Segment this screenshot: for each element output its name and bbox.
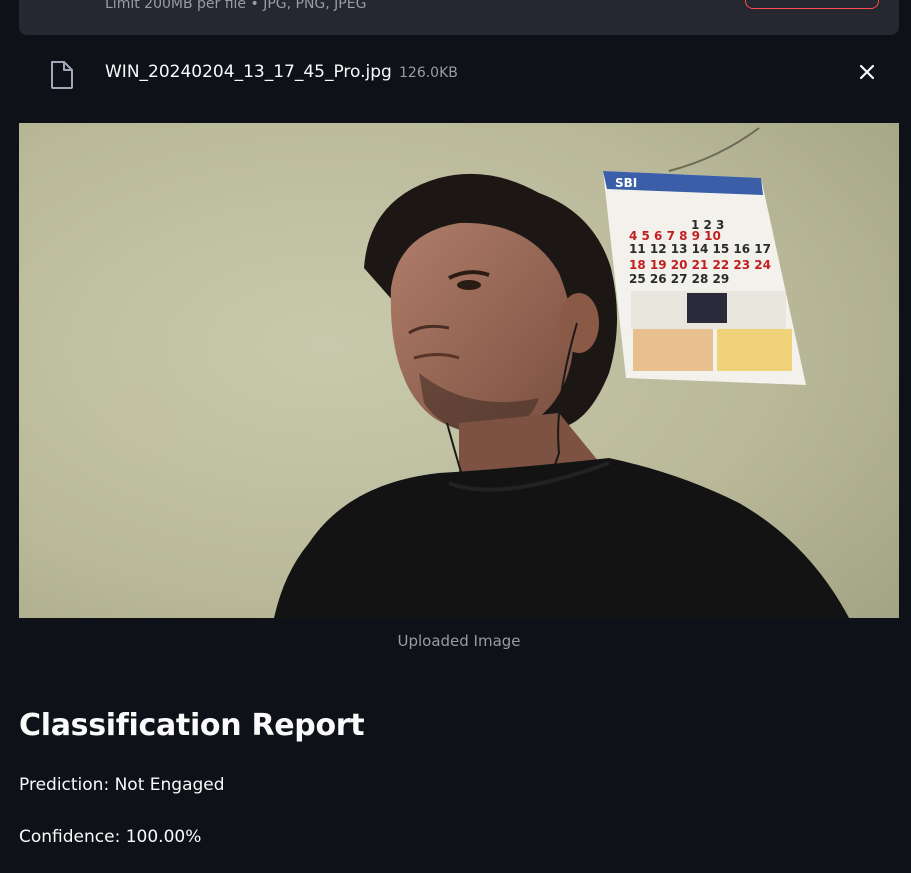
svg-text:11 12 13 14 15 16 17: 11 12 13 14 15 16 17 — [629, 242, 771, 256]
upload-limit-text: Limit 200MB per file • JPG, PNG, JPEG — [105, 0, 367, 12]
prediction-text: Prediction: Not Engaged — [19, 775, 225, 795]
report-title: Classification Report — [19, 708, 365, 743]
file-uploader-dropzone[interactable]: Limit 200MB per file • JPG, PNG, JPEG — [19, 0, 899, 35]
uploaded-image: SBI 1 2 3 4 5 6 7 8 9 10 11 12 13 14 15 … — [19, 123, 899, 618]
file-icon — [51, 61, 73, 89]
svg-text:18 19 20 21 22 23 24: 18 19 20 21 22 23 24 — [629, 258, 771, 272]
file-size: 126.0KB — [399, 65, 458, 81]
browse-files-button[interactable] — [745, 0, 879, 9]
file-name: WIN_20240204_13_17_45_Pro.jpg — [105, 62, 392, 82]
svg-text:25 26 27 28 29: 25 26 27 28 29 — [629, 272, 729, 286]
uploaded-file-row: WIN_20240204_13_17_45_Pro.jpg 126.0KB — [19, 52, 899, 96]
image-caption: Uploaded Image — [397, 632, 521, 650]
svg-text:SBI: SBI — [615, 176, 637, 190]
close-icon — [859, 64, 875, 80]
remove-file-button[interactable] — [857, 62, 877, 82]
app-page: Limit 200MB per file • JPG, PNG, JPEG WI… — [0, 0, 911, 873]
confidence-text: Confidence: 100.00% — [19, 827, 202, 847]
svg-text:4 5 6 7 8 9 10: 4 5 6 7 8 9 10 — [629, 229, 721, 243]
